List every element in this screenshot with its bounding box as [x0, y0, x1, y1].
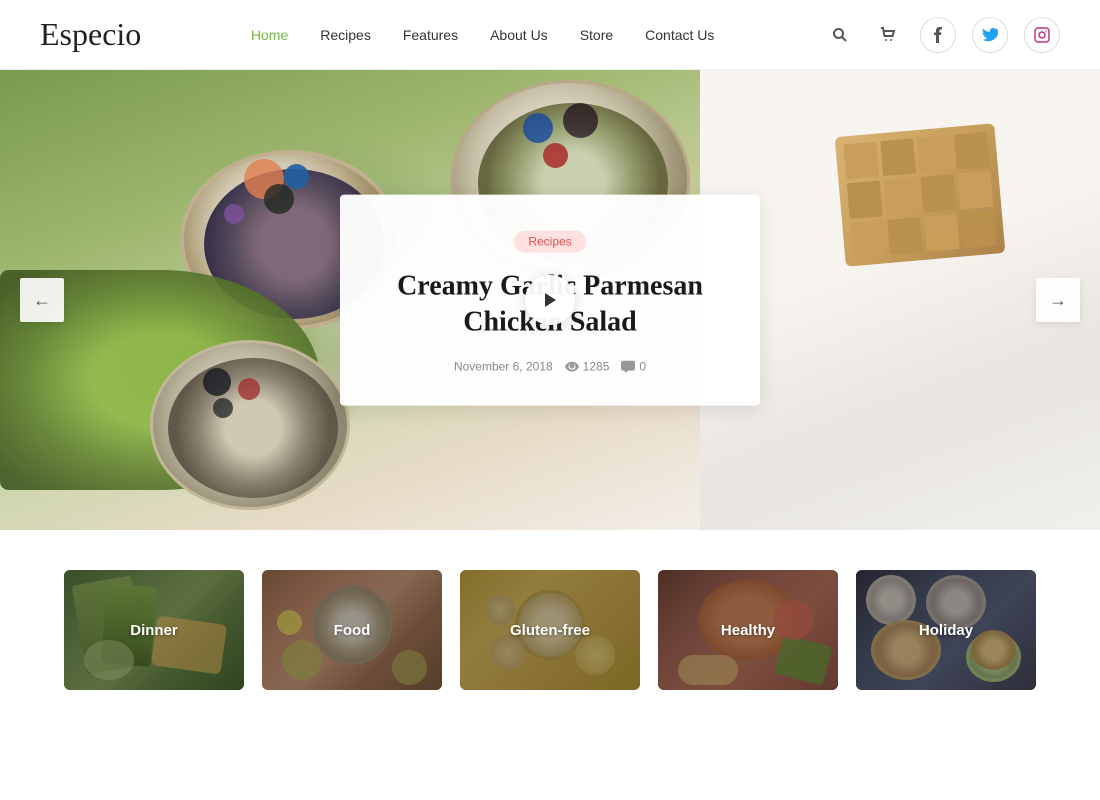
logo[interactable]: Especio: [40, 16, 141, 53]
nav-features[interactable]: Features: [403, 27, 458, 43]
category-holiday-overlay: Holiday: [856, 570, 1036, 690]
hero-meta: November 6, 2018 1285 0: [380, 359, 720, 373]
nav-about[interactable]: About Us: [490, 27, 548, 43]
category-food-label: Food: [334, 622, 371, 639]
instagram-icon[interactable]: [1024, 17, 1060, 53]
category-dinner[interactable]: Dinner: [64, 570, 244, 690]
category-food[interactable]: Food: [262, 570, 442, 690]
categories-section: Dinner Food Gluten-free: [0, 530, 1100, 730]
twitter-icon[interactable]: [972, 17, 1008, 53]
category-food-overlay: Food: [262, 570, 442, 690]
category-dinner-label: Dinner: [130, 622, 178, 639]
nav-home[interactable]: Home: [251, 27, 288, 43]
category-holiday-label: Holiday: [919, 622, 973, 639]
waffle: [835, 123, 1006, 266]
nav-contact[interactable]: Contact Us: [645, 27, 714, 43]
hero-section: ← → Recipes Creamy Garlic Parmesan Chick…: [0, 70, 1100, 530]
main-nav: Home Recipes Features About Us Store Con…: [251, 27, 715, 43]
facebook-icon[interactable]: [920, 17, 956, 53]
category-gluten-overlay: Gluten-free: [460, 570, 640, 690]
header: Especio Home Recipes Features About Us S…: [0, 0, 1100, 70]
hero-comments: 0: [621, 359, 646, 373]
hero-prev-button[interactable]: ←: [20, 278, 64, 322]
header-actions: [824, 17, 1060, 53]
category-holiday[interactable]: Holiday: [856, 570, 1036, 690]
nav-store[interactable]: Store: [580, 27, 613, 43]
category-healthy[interactable]: Healthy: [658, 570, 838, 690]
recipe-tag[interactable]: Recipes: [514, 231, 585, 253]
category-gluten[interactable]: Gluten-free: [460, 570, 640, 690]
hero-views: 1285: [565, 359, 610, 373]
comment-icon: [621, 360, 635, 372]
hero-next-button[interactable]: →: [1036, 278, 1080, 322]
category-dinner-overlay: Dinner: [64, 570, 244, 690]
views-icon: [565, 361, 579, 371]
hero-date: November 6, 2018: [454, 359, 553, 373]
search-icon[interactable]: [824, 19, 856, 51]
category-healthy-label: Healthy: [721, 622, 775, 639]
category-gluten-label: Gluten-free: [510, 622, 590, 639]
nav-recipes[interactable]: Recipes: [320, 27, 371, 43]
play-button[interactable]: [525, 275, 575, 325]
cart-icon[interactable]: [872, 19, 904, 51]
category-healthy-overlay: Healthy: [658, 570, 838, 690]
bowl-3: [150, 340, 350, 510]
